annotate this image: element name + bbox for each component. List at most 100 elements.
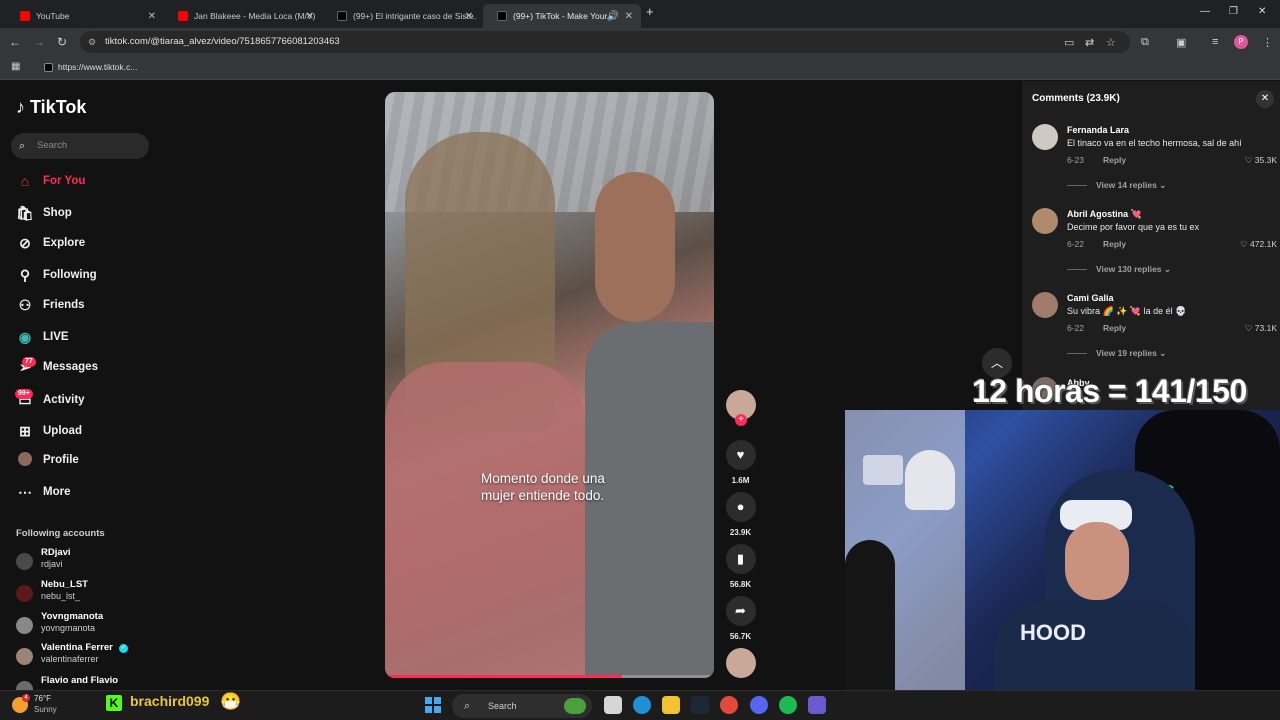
extensions-icon[interactable]: ⧉ (1141, 36, 1149, 49)
profile-avatar-icon[interactable]: P (1234, 35, 1248, 49)
tab-youtube[interactable]: YouTube ✕ (6, 4, 164, 28)
video-progress-bar[interactable] (385, 675, 714, 678)
comment-author[interactable]: Fernanda Lara (1067, 125, 1129, 135)
avatar[interactable] (1032, 208, 1058, 234)
windows-start-icon[interactable] (425, 697, 441, 713)
minimize-icon[interactable]: — (1200, 6, 1210, 17)
comment-author[interactable]: Abril Agostina 💘 (1067, 209, 1142, 220)
close-window-icon[interactable]: ✕ (1258, 6, 1266, 17)
nav-more[interactable]: ⋯ More (16, 481, 70, 503)
account-name: Flavio and Flavio (41, 675, 119, 686)
bookmark-star-icon[interactable]: ☆ (1106, 36, 1116, 49)
weather-badge: 4 (22, 694, 30, 702)
nav-profile[interactable]: Profile (16, 449, 79, 471)
shop-icon: 🛍 (16, 204, 34, 221)
tab-media-loca[interactable]: Jan Blakeee - Media Loca (M/V) ✕ (164, 4, 322, 28)
media-control-icon[interactable]: ≡ (1212, 36, 1218, 48)
close-tab-icon[interactable]: ✕ (465, 11, 473, 22)
comment-button[interactable]: ● 23.9K (725, 492, 756, 537)
tab-tiktok[interactable]: (99+) TikTok - Make Your Day 🔊 ✕ (483, 4, 641, 28)
comment-like-button[interactable]: ♡ 472.1K (1240, 239, 1277, 250)
url-bar[interactable]: ⚙ tiktok.com/@tiaraa_alvez/video/7518657… (80, 31, 1130, 53)
edge-icon[interactable] (633, 696, 651, 714)
chat-username: brachird099 (130, 693, 210, 709)
view-replies-button[interactable]: View 14 replies ⌄ (1096, 180, 1166, 191)
file-explorer-icon[interactable] (662, 696, 680, 714)
nav-label: Activity (43, 394, 85, 406)
menu-kebab-icon[interactable]: ⋮ (1262, 36, 1273, 49)
save-button[interactable]: ▮ 56.8K (725, 544, 756, 589)
task-view-icon[interactable] (604, 696, 622, 714)
cast-icon[interactable]: ▭ (1064, 36, 1074, 49)
nav-following[interactable]: ⚲ Following (16, 264, 97, 286)
comment-date: 6-23 (1067, 155, 1085, 165)
reload-icon[interactable]: ↻ (57, 35, 67, 49)
forward-icon[interactable]: → (33, 35, 45, 49)
comment-text: El tinaco va en el techo hermosa, sal de… (1067, 138, 1242, 148)
account-name: Valentina Ferrer (41, 642, 113, 653)
nav-live[interactable]: ◉ LIVE (16, 326, 69, 348)
comment-like-button[interactable]: ♡ 35.3K (1245, 155, 1277, 166)
audio-icon[interactable]: 🔊 (607, 11, 619, 22)
avatar (16, 585, 33, 602)
nav-friends[interactable]: ⚇ Friends (16, 294, 85, 316)
tab-intrigante[interactable]: (99+) El intrigante caso de Siste... ✕ (323, 4, 481, 28)
taskbar-search-label: Search (488, 701, 517, 711)
close-tab-icon[interactable]: ✕ (148, 11, 156, 22)
search-input[interactable]: ⌕ Search (11, 133, 149, 159)
youtube-favicon-icon (178, 11, 188, 21)
live-icon: ◉ (18, 328, 32, 345)
save-count: 56.8K (729, 580, 752, 589)
sidepanel-icon[interactable]: ▣ (1176, 36, 1186, 49)
new-tab-button[interactable]: + (646, 4, 654, 19)
bookmark-tiktok[interactable]: https://www.tiktok.c... (58, 62, 137, 72)
site-info-icon[interactable]: ⚙ (88, 31, 96, 53)
reply-button[interactable]: Reply (1103, 323, 1126, 333)
comment-author[interactable]: Cami Galia (1067, 293, 1114, 303)
avatar[interactable] (1032, 292, 1058, 318)
comment-like-button[interactable]: ♡ 73.1K (1245, 323, 1277, 334)
reply-button[interactable]: Reply (1103, 155, 1126, 165)
tab-title: (99+) El intrigante caso de Siste... (353, 11, 477, 21)
close-tab-icon[interactable]: ✕ (625, 11, 633, 22)
translate-icon[interactable]: ⇄ (1085, 36, 1094, 49)
nav-shop[interactable]: 🛍 Shop (16, 202, 72, 224)
steam-icon[interactable] (691, 696, 709, 714)
compass-icon: ⊘ (19, 234, 31, 251)
nav-for-you[interactable]: ⌂ For You (16, 170, 86, 192)
weather-temp[interactable]: 76°F (34, 694, 51, 703)
nav-label: LIVE (43, 331, 69, 343)
video-player[interactable]: Momento donde una mujer entiende todo. (385, 92, 714, 678)
follow-plus-icon[interactable]: + (735, 414, 747, 426)
close-tab-icon[interactable]: ✕ (306, 11, 314, 22)
tiktok-logo[interactable]: ♪ TikTok (16, 97, 86, 118)
share-arrow-icon: ➦ (725, 596, 756, 626)
creator-avatar[interactable]: + (725, 390, 756, 426)
app-icon[interactable] (808, 696, 826, 714)
following-icon: ⚲ (19, 266, 31, 283)
view-replies-button[interactable]: View 19 replies ⌄ (1096, 348, 1166, 359)
view-replies-button[interactable]: View 130 replies ⌄ (1096, 264, 1171, 275)
nav-explore[interactable]: ⊘ Explore (16, 232, 85, 254)
apps-grid-icon[interactable]: ▦ (11, 61, 20, 72)
restore-icon[interactable]: ❐ (1229, 6, 1238, 17)
avatar (16, 648, 33, 665)
taskbar-search[interactable]: ⌕ Search (452, 694, 592, 718)
music-disc[interactable] (725, 648, 756, 678)
avatar[interactable] (1032, 124, 1058, 150)
share-button[interactable]: ➦ 56.7K (725, 596, 756, 641)
nav-label: Explore (43, 237, 86, 249)
nav-upload[interactable]: ⊞ Upload (16, 420, 82, 442)
reply-button[interactable]: Reply (1103, 239, 1126, 249)
chrome-icon[interactable] (720, 696, 738, 714)
search-icon: ⌕ (464, 700, 471, 712)
comment-count: 23.9K (729, 528, 752, 537)
close-comments-button[interactable]: ✕ (1256, 90, 1274, 108)
discord-icon[interactable] (750, 696, 768, 714)
account-name: Yovngmanota (41, 611, 104, 622)
comment-like-count: 472.1K (1250, 239, 1277, 249)
like-button[interactable]: ♥ 1.6M (725, 440, 756, 485)
spotify-icon[interactable] (779, 696, 797, 714)
comment-icon: ● (725, 492, 756, 522)
back-icon[interactable]: ← (9, 35, 21, 49)
